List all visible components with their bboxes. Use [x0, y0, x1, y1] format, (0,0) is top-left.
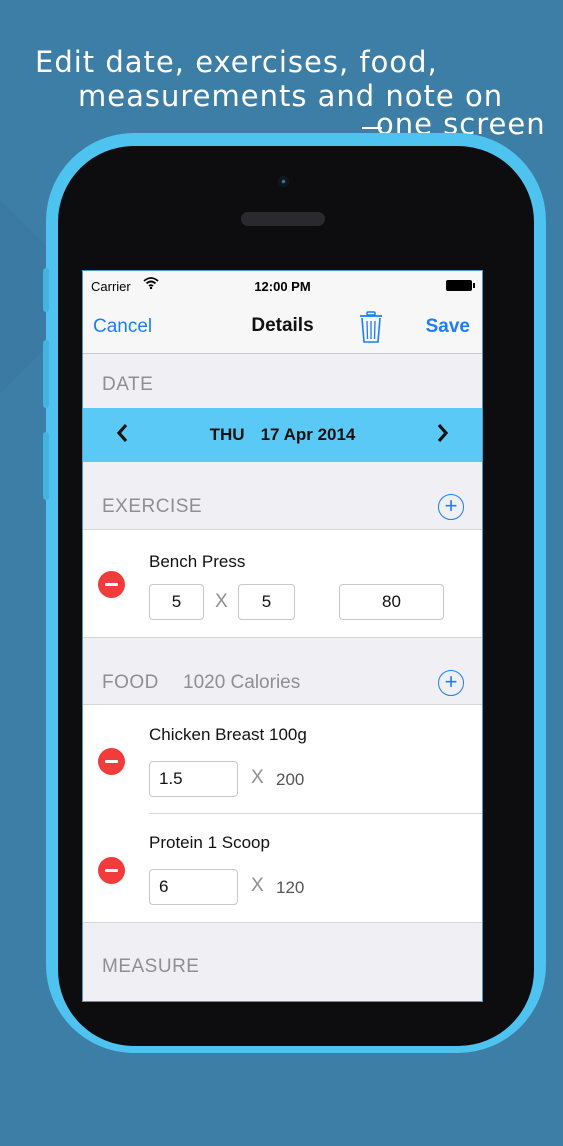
food-row: Chicken Breast 100g 1.5 X 200 — [83, 705, 482, 813]
navigation-bar: Cancel Details Save — [83, 301, 482, 354]
phone-volume-down — [43, 432, 49, 500]
exercise-weight-field[interactable]: 80 — [339, 584, 444, 620]
status-time: 12:00 PM — [254, 279, 311, 294]
app-screen: Carrier 12:00 PM Cancel Details Save DAT… — [82, 270, 483, 1002]
food-name: Chicken Breast 100g — [149, 725, 307, 744]
food-header-label: FOOD — [102, 672, 159, 693]
exercise-header-label: EXERCISE — [102, 496, 203, 517]
delete-exercise-button[interactable] — [98, 571, 125, 598]
food-calories-total: 1020 Calories — [183, 672, 301, 693]
date-header-label: DATE — [102, 374, 154, 395]
speaker-grille — [241, 212, 325, 226]
food-name: Protein 1 Scoop — [149, 833, 270, 852]
times-label: X — [251, 767, 264, 788]
selected-date-value: 17 Apr 2014 — [260, 425, 356, 444]
food-quantity-field[interactable]: 1.5 — [149, 761, 238, 797]
exercise-section-header: EXERCISE + — [83, 484, 482, 530]
add-food-button[interactable]: + — [438, 670, 464, 696]
delete-food-button[interactable] — [98, 748, 125, 775]
status-bar: Carrier 12:00 PM — [83, 271, 482, 301]
trash-icon[interactable] — [359, 310, 383, 344]
food-calories-value: 120 — [276, 878, 305, 897]
add-exercise-button[interactable]: + — [438, 494, 464, 520]
headline-line-1: Edit date, exercises, food, — [35, 45, 438, 79]
food-section-header: FOOD 1020 Calories + — [83, 660, 482, 706]
save-button[interactable]: Save — [426, 316, 470, 338]
phone-mute-switch — [43, 268, 49, 312]
measure-section-header: MEASURE — [83, 944, 482, 990]
exercise-name: Bench Press — [149, 552, 246, 571]
selected-date[interactable]: THU 17 Apr 2014 — [83, 425, 482, 445]
food-list: Chicken Breast 100g 1.5 X 200 Protein 1 … — [83, 704, 482, 923]
times-label: X — [251, 875, 264, 896]
selected-day: THU — [209, 425, 245, 444]
exercise-list: Bench Press 5 X 5 80 — [83, 529, 482, 638]
exercise-reps-field[interactable]: 5 — [238, 584, 295, 620]
delete-food-button[interactable] — [98, 857, 125, 884]
times-label: X — [215, 591, 228, 612]
battery-icon — [446, 280, 475, 291]
cancel-button[interactable]: Cancel — [93, 316, 152, 338]
date-picker-bar: THU 17 Apr 2014 — [83, 408, 482, 462]
food-calories-value: 200 — [276, 770, 305, 789]
date-section-header: DATE — [83, 362, 482, 408]
phone-volume-up — [43, 340, 49, 408]
food-quantity-field[interactable]: 6 — [149, 869, 238, 905]
exercise-sets-field[interactable]: 5 — [149, 584, 204, 620]
front-camera-icon — [278, 176, 289, 187]
next-date-chevron-icon[interactable] — [436, 420, 450, 451]
measure-header-label: MEASURE — [102, 956, 200, 977]
food-row: Protein 1 Scoop 6 X 120 — [83, 814, 482, 922]
exercise-row: Bench Press 5 X 5 80 — [83, 530, 482, 637]
